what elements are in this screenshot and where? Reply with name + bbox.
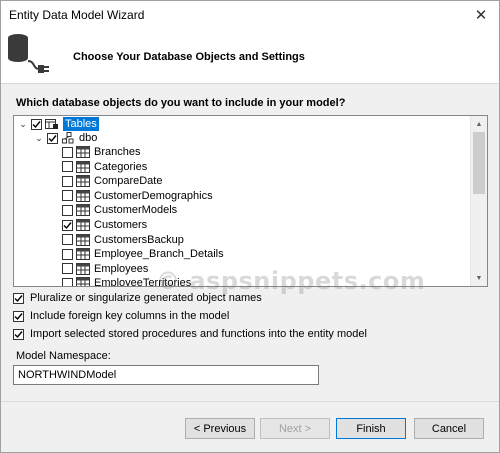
cancel-button[interactable]: Cancel bbox=[414, 418, 484, 439]
footer-divider bbox=[1, 401, 499, 402]
table-label: CompareDate bbox=[94, 175, 163, 188]
table-row[interactable]: Employees bbox=[62, 262, 148, 276]
table-label: Branches bbox=[94, 146, 141, 158]
table-checkbox[interactable] bbox=[62, 234, 73, 246]
chevron-down-icon[interactable]: ⌄ bbox=[33, 131, 45, 145]
table-icon bbox=[76, 233, 90, 246]
table-checkbox[interactable] bbox=[62, 248, 73, 260]
table-icon bbox=[76, 277, 90, 286]
stored-procs-label: Import selected stored procedures and fu… bbox=[30, 328, 367, 340]
pluralize-checkbox[interactable] bbox=[13, 292, 24, 304]
table-label: Employee_Branch_Details bbox=[94, 248, 224, 261]
pluralize-option[interactable]: Pluralize or singularize generated objec… bbox=[13, 291, 262, 305]
table-row[interactable]: CustomerDemographics bbox=[62, 189, 213, 203]
title-bar: Entity Data Model Wizard ✕ bbox=[1, 1, 499, 29]
foreign-keys-label: Include foreign key columns in the model bbox=[30, 310, 230, 322]
previous-button[interactable]: < Previous bbox=[185, 418, 255, 439]
tree-node-tables[interactable]: ⌄ Tables bbox=[17, 117, 99, 131]
page-title: Choose Your Database Objects and Setting… bbox=[73, 51, 305, 63]
table-label: CustomersBackup bbox=[94, 233, 184, 246]
finish-button[interactable]: Finish bbox=[336, 418, 406, 439]
tree-rows: ⌄ Tables ⌄ dbo Branches Categories Compa… bbox=[14, 116, 470, 286]
table-row[interactable]: Branches bbox=[62, 145, 140, 159]
database-objects-tree[interactable]: ⌄ Tables ⌄ dbo Branches Categories Compa… bbox=[13, 115, 488, 287]
namespace-label: Model Namespace: bbox=[16, 350, 111, 362]
foreign-keys-checkbox[interactable] bbox=[13, 310, 24, 322]
table-checkbox[interactable] bbox=[62, 190, 73, 202]
tree-node-dbo[interactable]: ⌄ dbo bbox=[33, 131, 97, 145]
table-label: CustomerDemographics bbox=[94, 189, 213, 202]
chevron-down-icon[interactable]: ⌄ bbox=[17, 117, 29, 131]
table-icon bbox=[76, 146, 90, 158]
stored-procs-option[interactable]: Import selected stored procedures and fu… bbox=[13, 327, 367, 341]
checkbox-dbo[interactable] bbox=[47, 132, 58, 144]
pluralize-label: Pluralize or singularize generated objec… bbox=[30, 292, 262, 304]
namespace-input[interactable] bbox=[13, 365, 319, 385]
scroll-down-icon[interactable]: ▼ bbox=[471, 270, 487, 286]
table-checkbox[interactable] bbox=[62, 219, 73, 231]
table-checkbox[interactable] bbox=[62, 204, 73, 216]
tree-label-dbo: dbo bbox=[79, 132, 98, 144]
table-row[interactable]: Categories bbox=[62, 160, 147, 174]
objects-question: Which database objects do you want to in… bbox=[16, 97, 346, 109]
table-row[interactable]: Employee_Branch_Details bbox=[62, 247, 224, 261]
database-plug-icon bbox=[8, 34, 49, 73]
table-row[interactable]: CustomersBackup bbox=[62, 233, 184, 247]
table-checkbox[interactable] bbox=[62, 263, 73, 275]
table-checkbox[interactable] bbox=[62, 161, 73, 173]
wizard-window: Entity Data Model Wizard ✕ Choose Your D… bbox=[0, 0, 500, 453]
table-checkbox[interactable] bbox=[62, 277, 73, 286]
table-label: EmployeeTerritories bbox=[94, 277, 192, 287]
close-icon[interactable]: ✕ bbox=[473, 7, 489, 24]
table-row[interactable]: CompareDate bbox=[62, 174, 162, 188]
scroll-up-icon[interactable]: ▲ bbox=[471, 116, 487, 132]
tables-folder-icon bbox=[45, 118, 59, 130]
foreign-keys-option[interactable]: Include foreign key columns in the model bbox=[13, 309, 229, 323]
table-checkbox[interactable] bbox=[62, 146, 73, 158]
table-icon bbox=[76, 175, 90, 188]
table-row[interactable]: EmployeeTerritories bbox=[62, 276, 192, 287]
table-label: CustomerModels bbox=[94, 204, 178, 217]
table-label: Categories bbox=[94, 160, 148, 173]
schema-icon bbox=[61, 132, 75, 144]
tree-label-tables: Tables bbox=[63, 117, 99, 131]
wizard-header: Choose Your Database Objects and Setting… bbox=[1, 29, 499, 84]
table-checkbox[interactable] bbox=[62, 175, 73, 187]
stored-procs-checkbox[interactable] bbox=[13, 328, 24, 340]
checkbox-tables[interactable] bbox=[31, 118, 42, 130]
table-icon bbox=[76, 248, 90, 261]
next-button[interactable]: Next > bbox=[260, 418, 330, 439]
table-icon bbox=[76, 189, 90, 202]
table-icon bbox=[76, 160, 90, 173]
scrollbar-thumb[interactable] bbox=[473, 132, 485, 194]
table-icon bbox=[76, 219, 90, 231]
tree-scrollbar[interactable]: ▲ ▼ bbox=[470, 116, 487, 286]
table-icon bbox=[76, 204, 90, 217]
window-title: Entity Data Model Wizard bbox=[9, 8, 145, 22]
table-label: Customers bbox=[94, 219, 148, 231]
table-icon bbox=[76, 262, 90, 275]
table-row[interactable]: Customers bbox=[62, 218, 147, 232]
table-label: Employees bbox=[94, 262, 149, 275]
table-row[interactable]: CustomerModels bbox=[62, 203, 177, 217]
